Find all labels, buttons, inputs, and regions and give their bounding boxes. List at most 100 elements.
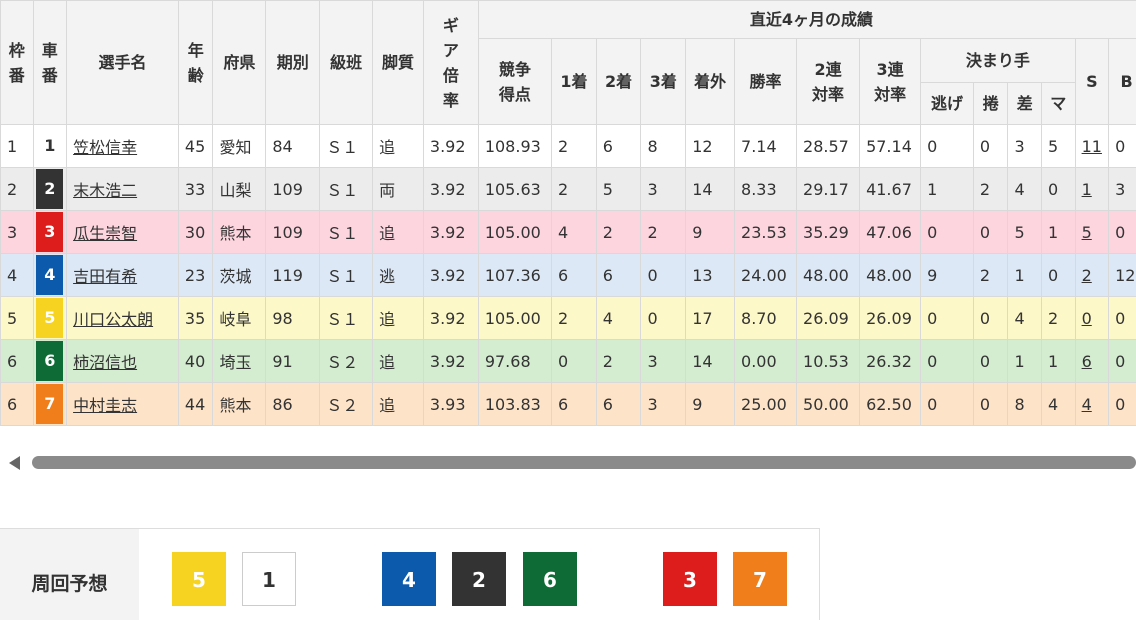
- lap-prediction-label: 周回予想: [0, 529, 139, 620]
- prediction-car-box: 4: [382, 552, 436, 606]
- rider-second: 6: [595, 124, 642, 168]
- rider-winrate: 24.00: [734, 253, 798, 297]
- rider-age: 45: [177, 124, 214, 168]
- rider-second: 6: [595, 382, 642, 426]
- rider-s-cell: 6: [1074, 339, 1110, 383]
- col-score: 競争得点: [477, 38, 553, 125]
- col-third: 3着: [640, 38, 687, 125]
- rider-gear: 3.92: [422, 124, 479, 168]
- rider-first: 6: [551, 382, 597, 426]
- rider-b: 0: [1108, 210, 1136, 254]
- rider-rate2: 10.53: [796, 339, 861, 383]
- rider-first: 4: [551, 210, 597, 254]
- rider-s-link[interactable]: 5: [1082, 223, 1092, 242]
- rider-class: Ｓ１: [319, 167, 374, 211]
- rider-class: Ｓ１: [319, 253, 374, 297]
- rider-second: 5: [595, 167, 642, 211]
- rider-sashi: 1: [1007, 253, 1043, 297]
- rider-name-cell: 末木浩二: [66, 167, 179, 211]
- rider-s-link[interactable]: 2: [1082, 266, 1092, 285]
- table-row: 6 7 中村圭志 44 熊本 86 Ｓ２ 追 3.93 103.83 6 6 3 9 25.00 50.00 6…: [0, 382, 1136, 426]
- table-row: 2 2 末木浩二 33 山梨 109 Ｓ１ 両 3.92 105.63 2 5 3 14 8.33 29.17…: [0, 167, 1136, 211]
- rider-third: 8: [640, 124, 687, 168]
- col-kimarite: 決まり手: [920, 38, 1076, 83]
- rider-mark: 5: [1041, 124, 1076, 168]
- rider-rate3: 62.50: [859, 382, 922, 426]
- rider-third: 0: [640, 296, 687, 340]
- rider-car-cell: 5: [32, 296, 68, 340]
- rider-waku: 2: [0, 167, 34, 211]
- table-row: 6 6 柿沼信也 40 埼玉 91 Ｓ２ 追 3.92 97.68 0 2 3 14 0.00 10.53 26…: [0, 339, 1136, 383]
- col-rate3: 3連対率: [859, 38, 922, 125]
- rider-nige: 9: [920, 253, 974, 297]
- rider-b: 0: [1108, 339, 1136, 383]
- rider-table: 枠番 車番 選手名 年齢 府県 期別 級班 脚質 ギア倍率 直近4ヶ月の成績 競…: [0, 0, 1136, 426]
- rider-makuri: 0: [972, 210, 1009, 254]
- rider-name-link[interactable]: 川口公太朗: [73, 310, 153, 329]
- rider-rate3: 26.32: [859, 339, 922, 383]
- rider-name-cell: 瓜生崇智: [66, 210, 179, 254]
- rider-s-link[interactable]: 1: [1082, 180, 1092, 199]
- rider-name-cell: 笠松信幸: [66, 124, 179, 168]
- rider-score: 105.00: [477, 296, 553, 340]
- rider-s-link[interactable]: 11: [1082, 137, 1102, 156]
- col-class: 級班: [319, 0, 374, 125]
- rider-first: 6: [551, 253, 597, 297]
- prediction-car-box: 1: [242, 552, 296, 606]
- rider-rate2: 28.57: [796, 124, 861, 168]
- rider-s-cell: 0: [1074, 296, 1110, 340]
- rider-class: Ｓ２: [319, 339, 374, 383]
- rider-nige: 0: [920, 124, 974, 168]
- rider-b: 0: [1108, 124, 1136, 168]
- prediction-car-box: 6: [523, 552, 577, 606]
- rider-prefecture: 岐阜: [212, 296, 267, 340]
- rider-rate3: 57.14: [859, 124, 922, 168]
- scroll-left-arrow-icon[interactable]: [9, 456, 20, 470]
- rider-name-link[interactable]: 柿沼信也: [73, 353, 137, 372]
- car-number-badge: 4: [36, 255, 64, 295]
- col-out: 着外: [685, 38, 736, 125]
- horizontal-scrollbar[interactable]: [0, 448, 1136, 478]
- rider-sashi: 8: [1007, 382, 1043, 426]
- rider-name-link[interactable]: 笠松信幸: [73, 138, 137, 157]
- rider-age: 23: [177, 253, 214, 297]
- car-number-badge: 2: [36, 169, 64, 209]
- rider-name-link[interactable]: 中村圭志: [73, 396, 137, 415]
- rider-s-link[interactable]: 0: [1082, 309, 1092, 328]
- rider-rate3: 41.67: [859, 167, 922, 211]
- rider-second: 2: [595, 210, 642, 254]
- rider-mark: 1: [1041, 210, 1076, 254]
- rider-style: 追: [372, 382, 424, 426]
- rider-style: 追: [372, 339, 424, 383]
- scrollbar-thumb[interactable]: [32, 456, 1136, 469]
- col-makuri: 捲: [972, 82, 1009, 125]
- rider-sashi: 3: [1007, 124, 1043, 168]
- rider-age: 33: [177, 167, 214, 211]
- rider-second: 4: [595, 296, 642, 340]
- rider-name-link[interactable]: 瓜生崇智: [73, 224, 137, 243]
- rider-winrate: 23.53: [734, 210, 798, 254]
- rider-class: Ｓ２: [319, 382, 374, 426]
- rider-third: 3: [640, 167, 687, 211]
- rider-s-link[interactable]: 6: [1082, 352, 1092, 371]
- rider-makuri: 0: [972, 339, 1009, 383]
- rider-name-link[interactable]: 末木浩二: [73, 181, 137, 200]
- rider-term: 91: [265, 339, 321, 383]
- rider-out: 17: [685, 296, 736, 340]
- rider-car-cell: 7: [32, 382, 68, 426]
- car-number-badge: 1: [36, 126, 64, 166]
- rider-s-link[interactable]: 4: [1082, 395, 1092, 414]
- rider-name-link[interactable]: 吉田有希: [73, 267, 137, 286]
- rider-car-cell: 1: [32, 124, 68, 168]
- rider-gear: 3.92: [422, 339, 479, 383]
- rider-mark: 2: [1041, 296, 1076, 340]
- rider-out: 14: [685, 339, 736, 383]
- rider-rate2: 48.00: [796, 253, 861, 297]
- rider-makuri: 0: [972, 124, 1009, 168]
- rider-out: 9: [685, 210, 736, 254]
- rider-mark: 0: [1041, 253, 1076, 297]
- col-age: 年齢: [177, 0, 214, 125]
- rider-term: 119: [265, 253, 321, 297]
- car-number-badge: 7: [36, 384, 64, 424]
- col-sashi: 差: [1007, 82, 1043, 125]
